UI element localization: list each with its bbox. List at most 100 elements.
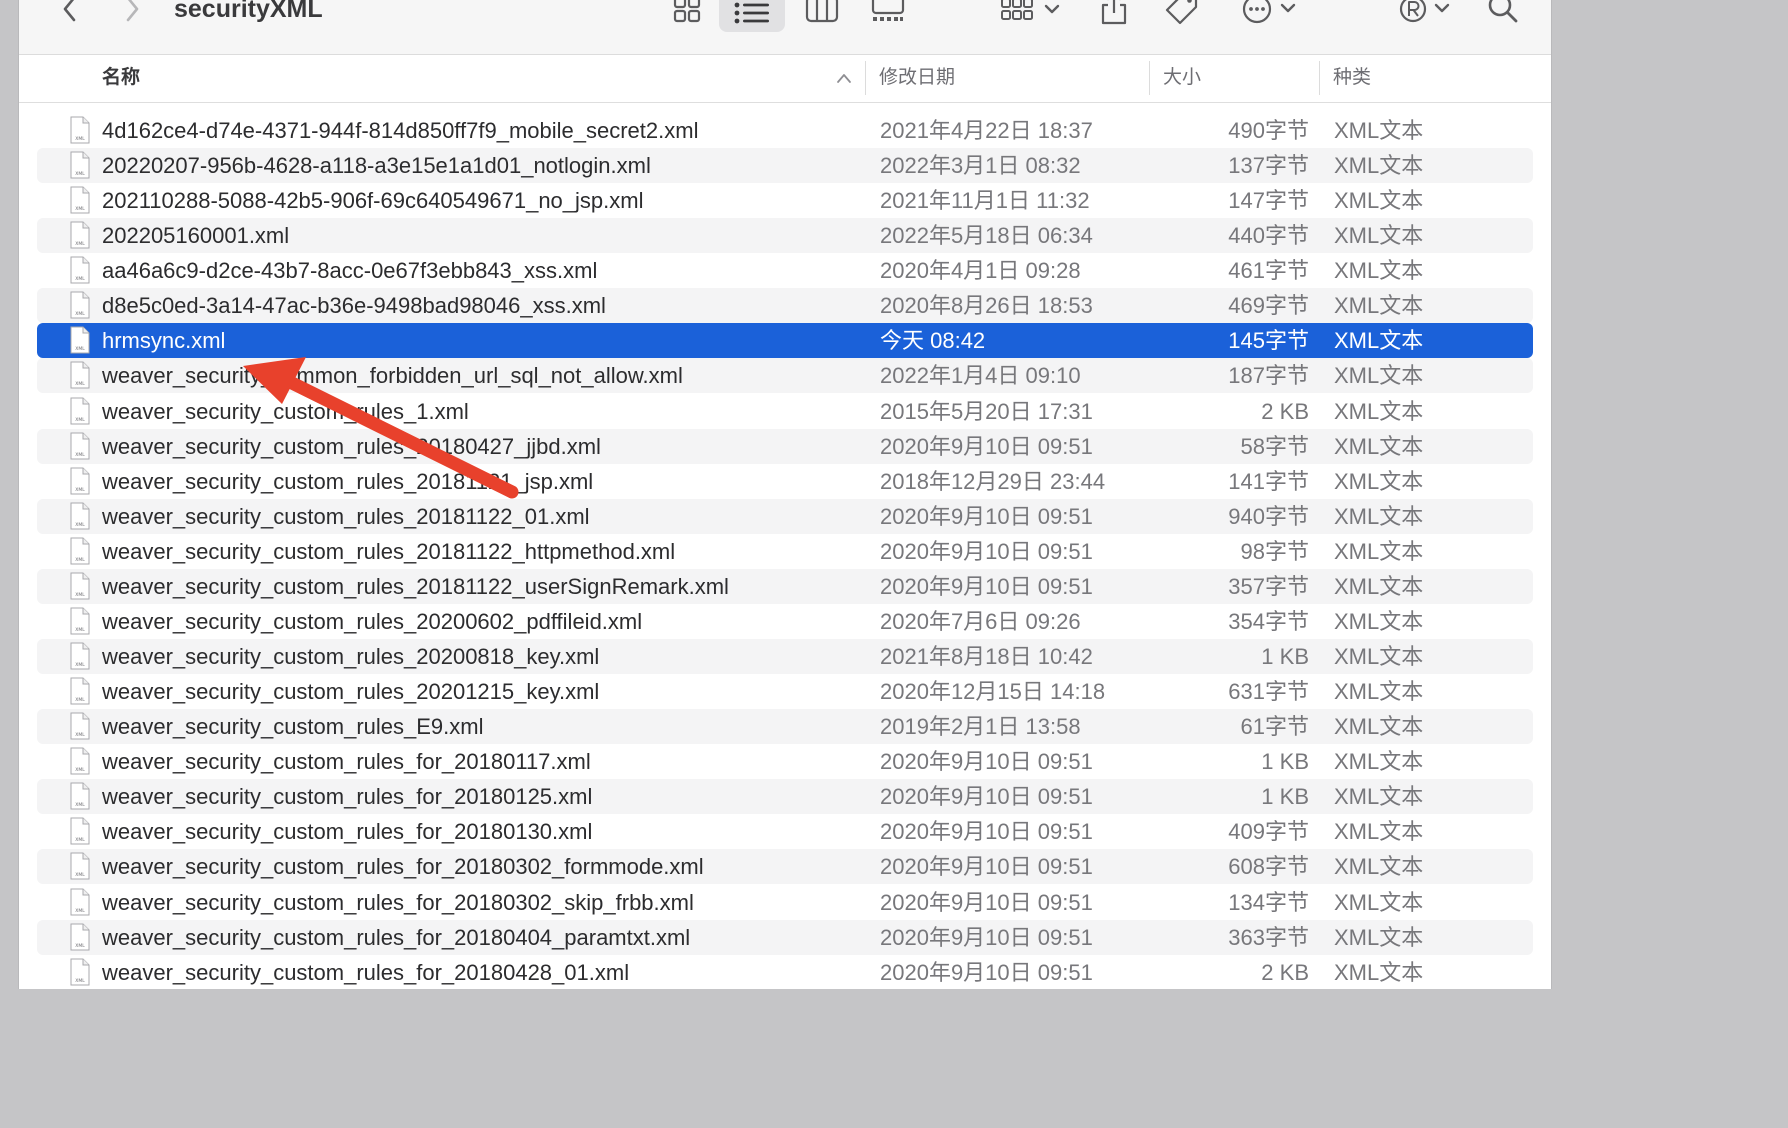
xml-file-icon: XML [70,467,90,495]
tag-icon[interactable] [1164,0,1200,26]
xml-file-icon: XML [70,326,90,354]
file-row[interactable]: XML weaver_security_custom_rules_20201215… [37,674,1533,709]
chevron-left-icon[interactable] [57,0,83,26]
file-row[interactable]: XML weaver_security_custom_rules_for_2018… [37,849,1533,885]
file-date: 2020年9月10日 09:51 [880,503,1093,529]
xml-file-icon: XML [70,397,90,425]
icon-view-icon[interactable] [671,0,703,26]
file-row[interactable]: XML weaver_security_custom_rules_20181122… [37,534,1533,569]
file-row[interactable]: XML weaver_security_custom_rules_for_2018… [37,779,1533,815]
svg-text:XML: XML [75,241,85,247]
file-date: 2020年12月15日 14:18 [880,679,1106,705]
profile-icon[interactable] [1396,0,1472,26]
file-date: 2022年5月18日 06:34 [880,223,1093,249]
file-size: 440字节 [1228,223,1309,249]
column-header-size[interactable]: 大小 [1163,55,1201,102]
file-row[interactable]: XML 20220207-956b-4628-a118-a3e15e1a1d01_… [37,148,1533,184]
search-icon[interactable] [1485,0,1521,26]
column-header-name[interactable]: 名称 [102,55,140,102]
list-view-button[interactable] [719,0,785,32]
sort-ascending-icon[interactable] [835,69,853,87]
file-name: d8e5c0ed-3a14-47ac-b36e-9498bad98046_xss… [102,293,606,319]
file-kind: XML文本 [1334,608,1424,634]
xml-file-icon: XML [70,186,90,214]
file-row[interactable]: XML weaver_security_custom_rules_20181122… [37,498,1533,534]
file-size: 187字节 [1228,363,1309,389]
file-row[interactable]: XML d8e5c0ed-3a14-47ac-b36e-9498bad98046_… [37,288,1533,324]
group-icon[interactable] [999,0,1065,26]
file-row[interactable]: XML weaver_security_custom_rules_for_2018… [37,744,1533,779]
finder-window: securityXML 名称 修改日期 大小 种类 XML 4d162ce4-d… [18,0,1552,989]
file-kind: XML文本 [1334,749,1424,775]
svg-text:XML: XML [75,206,85,212]
file-row[interactable]: XML hrmsync.xml 今天 08:42 145字节 XML文本 [37,323,1533,359]
file-row[interactable]: XML aa46a6c9-d2ce-43b7-8acc-0e67f3ebb843_… [37,253,1533,288]
share-icon[interactable] [1097,0,1131,26]
gallery-view-icon[interactable] [869,0,907,26]
file-size: 1 KB [1261,644,1309,670]
file-date: 2022年3月1日 08:32 [880,153,1081,179]
toolbar: securityXML [19,0,1551,55]
file-kind: XML文本 [1334,889,1424,915]
more-icon[interactable] [1241,0,1321,26]
column-separator[interactable] [865,61,866,95]
xml-file-icon: XML [70,888,90,916]
file-size: 98字节 [1240,538,1309,564]
file-name: 4d162ce4-d74e-4371-944f-814d850ff7f9_mob… [102,118,699,143]
file-size: 631字节 [1228,679,1309,705]
file-date: 2020年9月10日 09:51 [880,573,1093,599]
file-name: weaver_security_custom_rules_20180427_jj… [102,433,601,459]
column-separator[interactable] [1319,61,1320,95]
xml-file-icon: XML [70,747,90,775]
file-row[interactable]: XML 4d162ce4-d74e-4371-944f-814d850ff7f9_… [37,113,1533,148]
file-kind: XML文本 [1334,223,1424,249]
file-kind: XML文本 [1334,784,1424,810]
file-row[interactable]: XML weaver_security_custom_rules_for_2018… [37,814,1533,849]
xml-file-icon: XML [70,817,90,845]
xml-file-icon: XML [70,782,90,810]
window-title: securityXML [174,0,323,23]
file-date: 2021年4月22日 18:37 [880,118,1093,143]
xml-file-icon: XML [70,607,90,635]
file-row[interactable]: XML 202110288-5088-42b5-906f-69c640549671… [37,183,1533,218]
file-size: 940字节 [1228,503,1309,529]
file-size: 147字节 [1228,188,1309,214]
file-date: 2020年9月10日 09:51 [880,538,1093,564]
file-row[interactable]: XML weaver_security_custom_rules_20181121… [37,464,1533,499]
column-header-kind[interactable]: 种类 [1333,55,1371,102]
file-name: 20220207-956b-4628-a118-a3e15e1a1d01_not… [102,153,651,179]
file-row[interactable]: XML weaver_security_custom_rules_E9.xml 20… [37,709,1533,745]
file-name: weaver_security_custom_rules_for_2018030… [102,854,704,880]
xml-file-icon: XML [70,502,90,530]
file-row[interactable]: XML weaver_security_custom_rules_20180427… [37,428,1533,464]
file-row[interactable]: XML weaver_security_custom_rules_1.xml 201… [37,394,1533,429]
file-kind: XML文本 [1334,433,1424,459]
file-row[interactable]: XML weaver_security_custom_rules_20200602… [37,604,1533,639]
file-kind: XML文本 [1334,188,1424,214]
file-date: 2019年2月1日 13:58 [880,714,1081,740]
file-kind: XML文本 [1334,503,1424,529]
file-row[interactable]: XML weaver_security_custom_rules_20181122… [37,568,1533,604]
file-row[interactable]: XML weaver_security_common_forbidden_url_… [37,358,1533,394]
file-date: 2020年9月10日 09:51 [880,433,1093,459]
file-row[interactable]: XML weaver_security_custom_rules_for_2018… [37,919,1533,955]
file-size: 2 KB [1261,959,1309,985]
column-header-date[interactable]: 修改日期 [879,55,955,102]
file-date: 2020年9月10日 09:51 [880,889,1093,915]
chevron-right-icon[interactable] [119,0,145,26]
file-row[interactable]: XML weaver_security_custom_rules_for_2018… [37,885,1533,920]
column-view-icon[interactable] [804,0,840,26]
file-size: 137字节 [1228,153,1309,179]
file-kind: XML文本 [1334,714,1424,740]
file-row[interactable]: XML 202205160001.xml 2022年5月18日 06:34 440字节… [37,218,1533,254]
file-row[interactable]: XML weaver_security_custom_rules_20200818… [37,639,1533,675]
file-size: 357字节 [1228,573,1309,599]
column-separator[interactable] [1149,61,1150,95]
file-kind: XML文本 [1334,398,1424,424]
svg-text:XML: XML [75,943,85,949]
xml-file-icon: XML [70,923,90,951]
file-kind: XML文本 [1334,118,1424,143]
file-date: 2020年9月10日 09:51 [880,924,1093,950]
file-row[interactable]: XML weaver_security_custom_rules_for_2018… [37,955,1533,989]
xml-file-icon: XML [70,677,90,705]
